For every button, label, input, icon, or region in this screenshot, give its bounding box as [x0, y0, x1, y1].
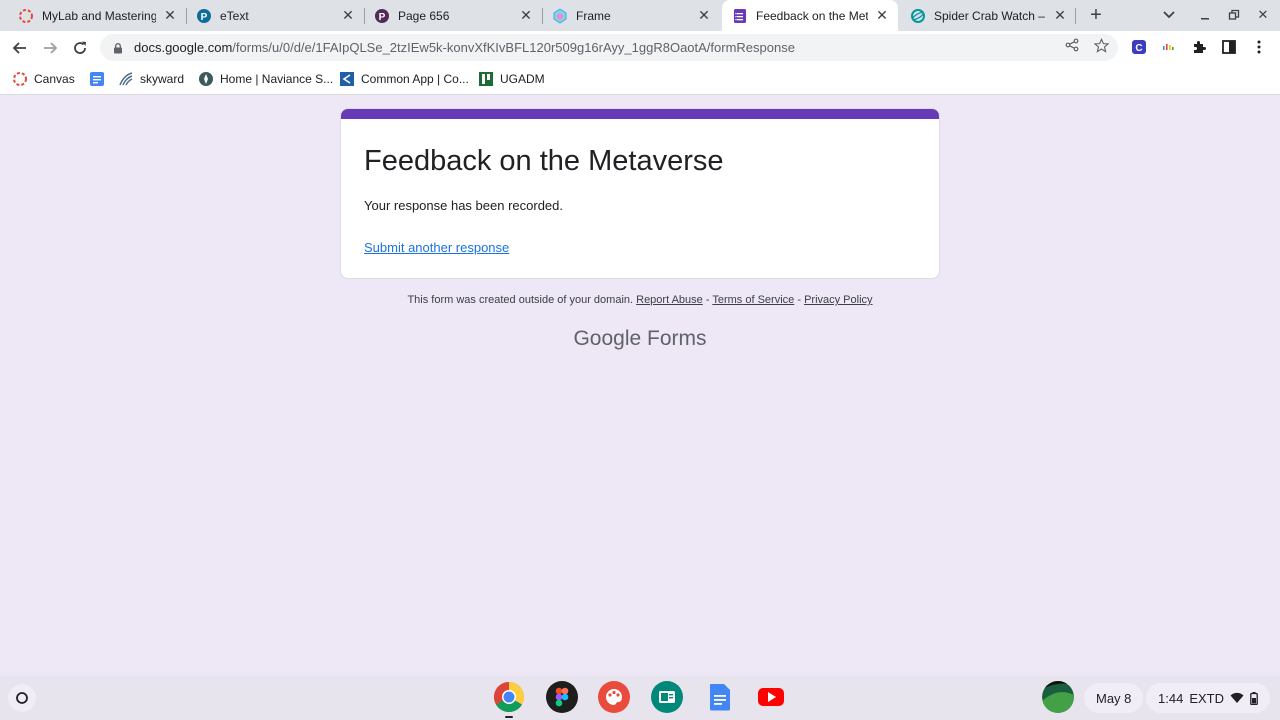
bookmark-common-app[interactable]: Common App | Co... — [339, 70, 469, 88]
terms-link[interactable]: Terms of Service — [712, 294, 794, 306]
tab-page-656[interactable]: P Page 656 ✕ — [356, 0, 542, 31]
bookmark-label: Canvas — [34, 72, 75, 86]
tab-title: Frame — [576, 8, 611, 23]
tab-separator — [1075, 8, 1076, 24]
new-tab-button[interactable]: + — [1084, 3, 1108, 27]
mylab-icon — [18, 8, 34, 24]
youtube-app-icon[interactable] — [755, 681, 787, 713]
forms-icon — [732, 8, 748, 24]
bookmark-naviance[interactable]: Home | Naviance S... — [198, 70, 333, 88]
date-pill[interactable]: May 8 — [1084, 683, 1144, 713]
domain-note: This form was created outside of your do… — [407, 294, 634, 306]
url-path: /forms/u/0/d/e/1FAIpQLSe_2tzIEw5k-konvXf… — [232, 40, 795, 55]
tab-title: Page 656 — [398, 8, 450, 23]
extd-text: EXTD — [1189, 690, 1224, 706]
bookmark-label: UGADM — [500, 72, 545, 86]
menu-kebab-icon[interactable] — [1249, 37, 1269, 57]
svg-text:P: P — [379, 12, 386, 23]
extension-c-icon[interactable]: C — [1129, 37, 1149, 57]
frame-icon — [552, 7, 568, 24]
status-tray[interactable]: 1:44 EXTD — [1146, 683, 1270, 713]
close-icon[interactable]: ✕ — [874, 7, 890, 24]
close-icon[interactable]: ✕ — [696, 7, 712, 24]
svg-text:P: P — [201, 12, 208, 23]
system-shelf: May 8 1:44 EXTD — [0, 676, 1280, 720]
classroom-app-icon[interactable] — [651, 681, 683, 713]
bookmark-label: skyward — [140, 72, 185, 86]
address-bar[interactable]: docs.google.com/forms/u/0/d/e/1FAIpQLSe_… — [100, 34, 1118, 61]
tab-title: eText — [220, 8, 249, 23]
skyward-icon — [118, 71, 134, 87]
google-forms-logo[interactable]: Google Forms — [340, 327, 940, 351]
url-host: docs.google.com — [134, 40, 233, 55]
close-icon[interactable]: ✕ — [162, 7, 178, 24]
window-close-icon[interactable]: ✕ — [1251, 4, 1275, 26]
avatar[interactable] — [1042, 681, 1074, 713]
brand-google: Google — [573, 327, 642, 350]
share-icon[interactable] — [1062, 35, 1082, 55]
reload-button[interactable] — [67, 35, 93, 61]
naviance-icon — [198, 71, 214, 87]
zooniverse-icon — [910, 8, 926, 24]
bookmark-skyward[interactable]: skyward — [118, 70, 184, 88]
docs-app-icon[interactable] — [704, 681, 736, 713]
active-app-indicator — [505, 716, 513, 718]
side-panel-icon[interactable] — [1219, 37, 1239, 57]
pearson-icon: P — [374, 8, 390, 24]
tab-mylab[interactable]: MyLab and Mastering ✕ — [0, 0, 186, 31]
separator: - — [794, 294, 805, 306]
form-accent-bar — [341, 109, 939, 119]
bookmark-ugadm[interactable]: UGADM — [478, 70, 545, 88]
restore-icon[interactable] — [1222, 4, 1246, 26]
bookmark-docs[interactable] — [89, 70, 111, 88]
chrome-app-icon[interactable] — [493, 681, 525, 713]
tab-feedback-form[interactable]: Feedback on the Metav ✕ — [722, 0, 898, 31]
bookmark-label: Common App | Co... — [361, 72, 469, 86]
tab-title: Feedback on the Metav — [756, 8, 868, 23]
lock-icon[interactable] — [112, 42, 124, 54]
bookmark-canvas[interactable]: Canvas — [12, 70, 75, 88]
separator: - — [702, 294, 713, 306]
tab-etext[interactable]: P eText ✕ — [178, 0, 364, 31]
svg-text:C: C — [1135, 43, 1142, 54]
extension-dots-icon[interactable] — [1158, 37, 1178, 57]
bookmark-star-icon[interactable] — [1091, 35, 1111, 55]
battery-icon — [1250, 691, 1258, 705]
form-card: Feedback on the Metaverse Your response … — [340, 108, 940, 279]
tab-search-icon[interactable] — [1157, 4, 1181, 26]
canvas-icon — [12, 71, 28, 87]
figma-app-icon[interactable] — [546, 681, 578, 713]
paint-app-icon[interactable] — [598, 681, 630, 713]
tab-frame[interactable]: Frame ✕ — [534, 0, 720, 31]
form-footer: This form was created outside of your do… — [340, 294, 940, 306]
brand-forms: Forms — [647, 327, 707, 350]
date-text: May 8 — [1096, 690, 1132, 706]
launcher-button[interactable] — [8, 684, 36, 712]
tab-title: Spider Crab Watch – Z — [934, 8, 1046, 23]
extensions-puzzle-icon[interactable] — [1189, 37, 1209, 57]
close-icon[interactable]: ✕ — [1052, 7, 1068, 24]
minimize-icon[interactable] — [1193, 4, 1217, 26]
tab-title: MyLab and Mastering — [42, 8, 156, 23]
tab-strip: MyLab and Mastering ✕ P eText ✕ P Page 6… — [0, 0, 1280, 31]
privacy-link[interactable]: Privacy Policy — [804, 294, 872, 306]
form-title: Feedback on the Metaverse — [364, 145, 724, 177]
forward-button[interactable] — [37, 35, 63, 61]
report-abuse-link[interactable]: Report Abuse — [636, 294, 703, 306]
common-app-icon — [339, 71, 355, 87]
tab-spider-crab[interactable]: Spider Crab Watch – Z ✕ — [900, 0, 1076, 31]
back-button[interactable] — [7, 35, 33, 61]
time-text: 1:44 — [1158, 690, 1184, 706]
confirmation-message: Your response has been recorded. — [364, 198, 563, 213]
browser-toolbar: docs.google.com/forms/u/0/d/e/1FAIpQLSe_… — [0, 31, 1280, 64]
submit-another-link[interactable]: Submit another response — [364, 240, 509, 255]
bookmarks-bar: Canvas skyward Home | Naviance S... Comm… — [0, 64, 1280, 95]
close-icon[interactable]: ✕ — [518, 7, 534, 24]
google-docs-icon — [89, 71, 105, 87]
bookmark-label: Home | Naviance S... — [220, 72, 334, 86]
close-icon[interactable]: ✕ — [340, 7, 356, 24]
ugadm-icon — [478, 71, 494, 87]
pearson-icon: P — [196, 8, 212, 24]
wifi-icon — [1230, 692, 1244, 704]
